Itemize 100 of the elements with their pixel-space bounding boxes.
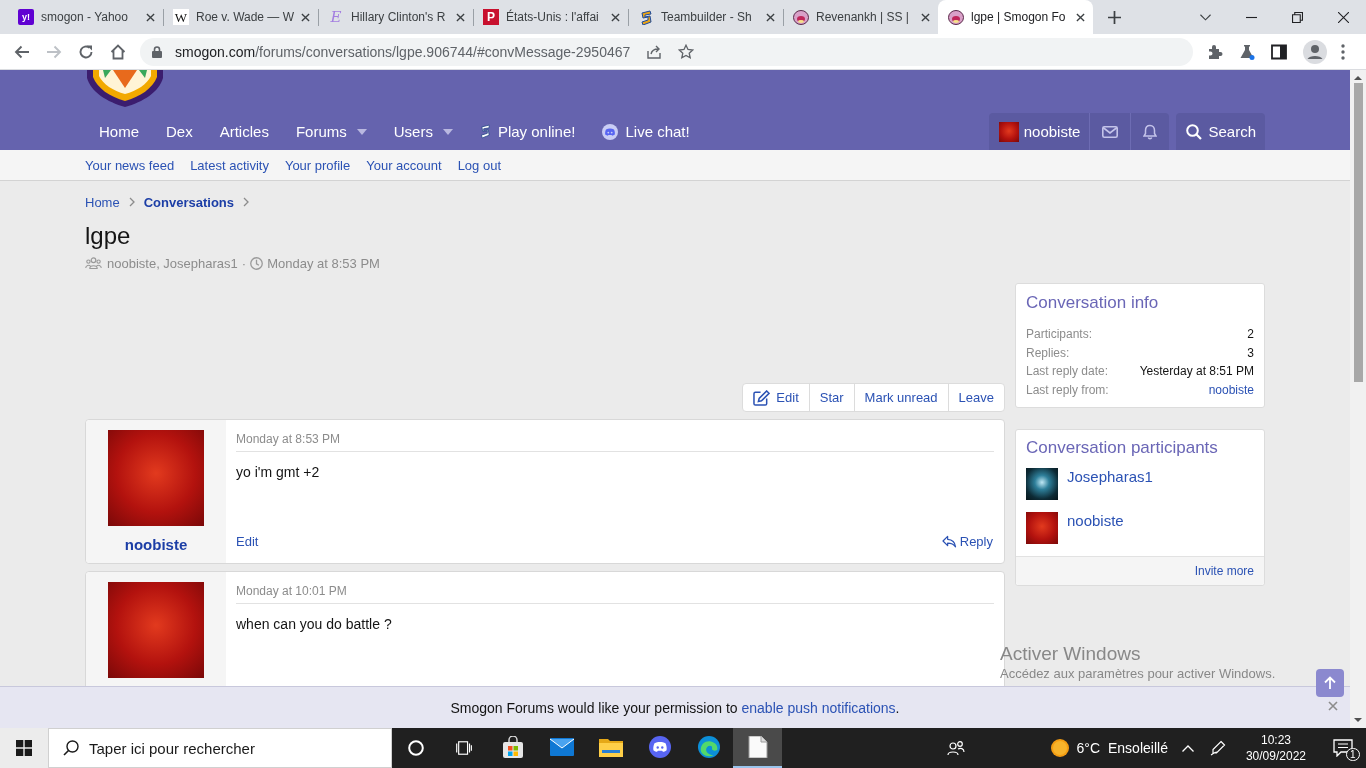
scroll-down-arrow-icon[interactable] — [1354, 718, 1362, 722]
nav-link[interactable]: Users — [379, 113, 466, 150]
reply-link[interactable]: Reply — [941, 534, 993, 549]
clock-button[interactable]: 10:23 30/09/2022 — [1239, 728, 1312, 768]
nav-link[interactable]: Play online! — [465, 113, 589, 150]
sub-nav-link[interactable]: Your profile — [284, 157, 351, 173]
chat-logo-icon — [602, 123, 619, 140]
close-icon[interactable] — [301, 12, 310, 22]
bell-icon — [1143, 123, 1158, 140]
s-logo-icon — [479, 124, 491, 139]
info-label: Last reply date: — [1026, 363, 1109, 380]
close-icon[interactable] — [456, 12, 465, 22]
address-bar[interactable]: smogon.com/forums/conversations/lgpe.906744/#convMessage-2950467 — [140, 37, 1193, 66]
sub-nav-link[interactable]: Your news feed — [85, 157, 175, 173]
close-icon[interactable] — [1076, 12, 1085, 22]
search-icon — [1186, 123, 1203, 140]
browser-tab[interactable]: Revenankh | SS | — [783, 0, 938, 34]
profile-icon[interactable] — [1303, 39, 1327, 64]
envelope-icon — [1102, 125, 1119, 138]
close-icon[interactable] — [611, 12, 620, 22]
edit-link[interactable]: Edit — [236, 534, 259, 549]
sun-icon — [1050, 739, 1069, 757]
more-icon[interactable] — [1341, 43, 1345, 60]
nav-link[interactable]: Home — [85, 113, 152, 150]
task-view-icon — [456, 740, 472, 756]
new-tab-icon[interactable] — [1108, 10, 1121, 24]
taskbar-app-button[interactable] — [733, 728, 782, 768]
nav-link[interactable]: Dex — [152, 113, 206, 150]
flask-icon[interactable] — [1239, 43, 1255, 60]
close-icon[interactable] — [146, 12, 155, 22]
browser-tab[interactable]: lgpe | Smogon Fo — [938, 0, 1093, 34]
activation-title: Activer Windows — [1000, 643, 1142, 665]
participant-link[interactable]: Josepharas1 — [1067, 468, 1153, 485]
sub-nav-link[interactable]: Your account — [366, 157, 442, 173]
url-text: smogon.com/forums/conversations/lgpe.906744/#convMessage-2950467 — [175, 43, 631, 60]
ring-icon — [408, 740, 424, 756]
shield-logo[interactable] — [85, 70, 165, 107]
notification-center-button[interactable]: 1 — [1320, 728, 1366, 768]
shopping-bag-icon — [500, 736, 525, 758]
browser-tab[interactable]: W Roe v. Wade — W — [163, 0, 318, 34]
sub-nav-link[interactable]: Latest activity — [190, 157, 269, 173]
puzzle-icon[interactable] — [1207, 43, 1223, 60]
toolbar-button[interactable]: Edit — [743, 384, 809, 411]
pen-icon[interactable] — [1209, 740, 1226, 756]
taskbar-search-field[interactable]: Taper ici pour rechercher — [48, 728, 392, 768]
start-button[interactable] — [0, 728, 48, 768]
panel-title: Conversation participants — [1025, 437, 1219, 459]
weather-widget[interactable]: 6°C Ensoleillé — [1050, 728, 1168, 768]
letter-tile-icon: y! — [18, 9, 34, 25]
info-label: Participants: — [1026, 326, 1093, 343]
users-icon — [85, 257, 102, 269]
people-icon[interactable] — [946, 740, 965, 756]
share-icon[interactable] — [646, 43, 663, 60]
info-value-link[interactable]: noobiste — [1208, 380, 1254, 399]
s-logo-icon — [638, 9, 654, 25]
info-value: Yesterday at 8:51 PM — [1139, 363, 1254, 380]
caret-icon — [442, 128, 453, 135]
arrow-up-icon — [1324, 676, 1336, 690]
separator-dot: · — [241, 255, 247, 271]
toolbar-button[interactable]: Star — [808, 384, 854, 411]
invite-link[interactable]: Invite more — [1194, 564, 1254, 578]
nav-link[interactable]: Live chat! — [588, 113, 703, 150]
nav-link[interactable]: Forums — [281, 113, 380, 150]
scrollbar[interactable] — [1350, 70, 1366, 728]
folder-icon — [598, 736, 623, 758]
breadcrumb-link[interactable]: Home — [85, 194, 120, 210]
bookmark-star-icon[interactable] — [678, 43, 695, 60]
browser-tab[interactable]: y! smogon - Yahoo — [8, 0, 163, 34]
nav-link[interactable]: Articles — [205, 113, 282, 150]
notification-count: 1 — [1346, 748, 1360, 761]
back-arrow-icon — [14, 43, 30, 60]
browser-tab[interactable]: P États-Unis : l'affai — [473, 0, 628, 34]
sub-nav-link[interactable]: Log out — [457, 157, 501, 173]
info-label: Replies: — [1026, 344, 1070, 362]
avatar-image[interactable] — [1026, 468, 1058, 500]
message-text: yo i'm gmt +2 — [236, 463, 321, 482]
toolbar-button[interactable]: Mark unread — [853, 384, 948, 411]
side-panel-icon[interactable] — [1271, 43, 1287, 60]
browser-tab[interactable]: Teambuilder - Sh — [628, 0, 783, 34]
scroll-top-button[interactable] — [1316, 669, 1344, 697]
breadcrumb-link[interactable]: Conversations — [143, 194, 234, 210]
message-date: Monday at 8:53 PM — [236, 431, 342, 447]
participant-link[interactable]: noobiste — [1067, 512, 1124, 529]
close-icon[interactable] — [921, 12, 930, 22]
scrollbar-thumb[interactable] — [1353, 83, 1363, 382]
close-icon[interactable] — [1338, 11, 1349, 23]
enable-notifications-link[interactable]: enable push notifications — [741, 699, 896, 716]
search-button[interactable]: Search — [1176, 113, 1265, 150]
restore-icon[interactable] — [1292, 11, 1303, 23]
toolbar-button[interactable]: Leave — [947, 384, 1004, 411]
close-icon[interactable] — [766, 12, 775, 22]
browser-tab[interactable]: E Hillary Clinton's R — [318, 0, 473, 34]
account-link[interactable]: noobiste — [988, 113, 1090, 150]
scroll-up-arrow-icon[interactable] — [1354, 76, 1362, 80]
chevron-up-icon[interactable] — [1181, 744, 1194, 752]
chevron-down-icon[interactable] — [1200, 13, 1211, 21]
clock-icon — [250, 256, 264, 270]
pencil-icon — [753, 389, 771, 406]
author-link[interactable]: noobiste — [124, 536, 188, 553]
letter-tile-icon: P — [483, 9, 499, 25]
